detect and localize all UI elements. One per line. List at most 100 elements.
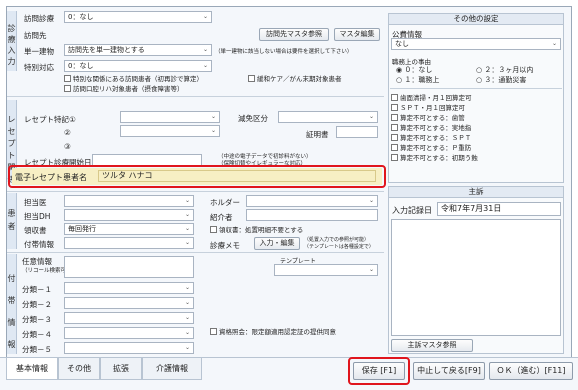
tab-kakuchou[interactable]: 拡張 <box>100 358 142 380</box>
chevron-down-icon: ⌄ <box>368 266 374 273</box>
kouhi-value: なし <box>395 40 409 48</box>
highlight-denshi-name <box>8 165 386 188</box>
receipt-tokki-select-1[interactable]: ⌄ <box>120 111 220 123</box>
highlight-save-button <box>348 357 410 385</box>
sonota-check-5[interactable]: 算定不可とする：Ｐ重防 <box>391 144 471 152</box>
master-edit-button[interactable]: マスタ編集 <box>334 28 380 41</box>
checkbox-box <box>64 75 71 82</box>
radio-nashi[interactable]: ◉ ０：なし <box>396 65 432 75</box>
kiroku-date-input[interactable]: 令和7年7月31日 <box>437 202 561 216</box>
section-label-shinryo: 診療入力 <box>7 11 17 71</box>
bunrui-3-select[interactable]: ⌄ <box>64 312 194 324</box>
tokubetsu-label: 特別対応 <box>24 63 54 72</box>
ryoshusho-label: 領収書 <box>24 226 47 235</box>
checkbox-box <box>391 124 398 131</box>
sonota-check-4[interactable]: 算定不可とする：ＳＰＴ <box>391 134 471 142</box>
ryoshusho-select[interactable]: 毎回発行 ⌄ <box>64 223 194 235</box>
bunrui-2-label: 分類－２ <box>22 300 52 309</box>
radio-3kagetsu[interactable]: ○ ２：３ヶ月以内 <box>476 65 533 75</box>
chevron-down-icon: ⌄ <box>184 197 190 204</box>
sonota-check-text: 算定不可とする：ＳＰＴ <box>400 134 472 142</box>
shikaku-shokai-checkbox[interactable]: 資格照会：限定額適用認定証の提供同意 <box>210 328 336 336</box>
shusho-text-area[interactable] <box>391 219 561 336</box>
houmon-shinsatsu-value: 0：なし <box>68 13 94 21</box>
tokubetsu-kankei-checkbox[interactable]: 特別な関係にある訪問患者（初再診で算定） <box>64 75 203 83</box>
sonota-check-2[interactable]: 算定不可とする：歯管 <box>391 114 465 122</box>
shomeisho-input[interactable] <box>336 126 378 138</box>
houmon-shinsatsu-label: 訪問診療 <box>24 14 54 23</box>
radio-shokumu[interactable]: ○ １：職務上 <box>396 75 439 85</box>
ok-proceed-button[interactable]: ＯＫ（進む）[F11] <box>489 362 573 380</box>
chevron-down-icon: ⌄ <box>210 127 216 134</box>
tab-sonota[interactable]: その他 <box>58 358 100 380</box>
sonota-check-text: 算定不可とする：歯管 <box>400 114 465 122</box>
bunrui-2-select[interactable]: ⌄ <box>64 297 194 309</box>
sonota-check-1[interactable]: ＳＰＴ・月１回算定可 <box>391 104 465 112</box>
ryoshusho-value: 毎回発行 <box>68 225 96 233</box>
chevron-down-icon: ⌄ <box>184 329 190 336</box>
radio-tsukin[interactable]: ○ ３：通勤災害 <box>476 75 526 85</box>
tokubetsu-kankei-text: 特別な関係にある訪問患者（初再診で算定） <box>73 75 203 83</box>
shusho-master-button[interactable]: 主訴マスタ参照 <box>391 339 473 352</box>
tab-kaigo[interactable]: 介護情報 <box>142 358 202 380</box>
radio-selected-icon: ◉ <box>396 66 403 74</box>
receipt-tokki-select-2[interactable]: ⌄ <box>120 125 220 137</box>
bunrui-4-label: 分類－４ <box>22 330 52 339</box>
tantodh-select[interactable]: ⌄ <box>64 209 194 221</box>
houmonsaki-label: 訪問先 <box>24 31 47 40</box>
tantoui-select[interactable]: ⌄ <box>64 195 194 207</box>
chevron-down-icon: ⌄ <box>202 46 208 53</box>
genmen-select[interactable]: ⌄ <box>278 111 378 123</box>
memo-note-1: （処置入力での参照が可能） <box>304 237 370 243</box>
chevron-down-icon: ⌄ <box>368 113 374 120</box>
shokaisha-label: 紹介者 <box>210 213 233 222</box>
sonota-check-text: 算定不可とする：Ｐ重防 <box>400 144 472 152</box>
chevron-down-icon: ⌄ <box>551 40 557 47</box>
sonota-check-0[interactable]: 歯面清掃・月１回算定可 <box>391 94 472 102</box>
fushou-label: 付帯情報 <box>24 240 54 249</box>
shomeisho-label: 証明書 <box>306 130 329 139</box>
sonota-check-6[interactable]: 算定不可とする：初期う蝕 <box>391 154 478 162</box>
sonota-check-text: ＳＰＴ・月１回算定可 <box>400 104 465 112</box>
tanitsu-note: （単一建物に該当しない場合は要件を選択して下さい） <box>215 49 353 55</box>
nyuryoku-henshu-button[interactable]: 入力・編集 <box>254 237 300 250</box>
tokubetsu-select[interactable]: 0：なし ⌄ <box>64 60 212 72</box>
fushou-select[interactable]: ⌄ <box>64 237 194 249</box>
tantoui-label: 担当医 <box>24 198 47 207</box>
kiroku-label: 入力記録日 <box>392 206 432 215</box>
cancel-return-button[interactable]: 中止して戻る[F9] <box>413 362 485 380</box>
genmen-label: 減免区分 <box>238 114 268 123</box>
kanwa-care-checkbox[interactable]: 緩和ケア／がん末期対象患者 <box>248 75 342 83</box>
bunrui-5-select[interactable]: ⌄ <box>64 342 194 354</box>
checkbox-box <box>391 94 398 101</box>
holder-select[interactable]: ⌄ <box>246 195 378 207</box>
sonota-check-3[interactable]: 算定不可とする：実地指 <box>391 124 471 132</box>
sonota-check-text: 算定不可とする：初期う蝕 <box>400 154 478 162</box>
kouhi-select[interactable]: なし ⌄ <box>391 38 561 50</box>
checkbox-box <box>391 114 398 121</box>
chevron-down-icon: ⌄ <box>184 299 190 306</box>
ninni-input[interactable] <box>64 256 194 278</box>
houmonsaki-master-button[interactable]: 訪問先マスタ参照 <box>259 28 329 41</box>
tanitsu-select[interactable]: 訪問先を単一建物とする ⌄ <box>64 44 212 56</box>
bunrui-5-label: 分類－５ <box>22 345 52 354</box>
tab-kihon[interactable]: 基本情報 <box>6 358 58 380</box>
divider <box>390 88 562 89</box>
shokaisha-input[interactable] <box>246 209 378 221</box>
radio-shokumu-text: １：職務上 <box>404 76 440 84</box>
bunrui-1-select[interactable]: ⌄ <box>64 282 194 294</box>
template-select[interactable]: ⌄ <box>274 264 378 276</box>
chevron-down-icon: ⌄ <box>184 239 190 246</box>
divider <box>7 96 384 97</box>
chevron-down-icon: ⌄ <box>368 197 374 204</box>
sonota-check-text: 算定不可とする：実地指 <box>400 124 472 132</box>
houmon-kokuin-checkbox[interactable]: 訪問口腔リハ対象患者（摂食障害等） <box>64 85 184 93</box>
bunrui-4-select[interactable]: ⌄ <box>64 327 194 339</box>
houmon-shinsatsu-select[interactable]: 0：なし ⌄ <box>64 11 212 23</box>
houmon-kokuin-text: 訪問口腔リハ対象患者（摂食障害等） <box>73 85 184 93</box>
tantodh-label: 担当DH <box>24 212 51 221</box>
holder-label: ホルダー <box>210 198 240 207</box>
ryoshusho-meisai-checkbox[interactable]: 領収書：処置明細不要とする <box>210 226 303 234</box>
radio-nashi-text: ０：なし <box>404 66 433 74</box>
checkbox-box <box>391 154 398 161</box>
